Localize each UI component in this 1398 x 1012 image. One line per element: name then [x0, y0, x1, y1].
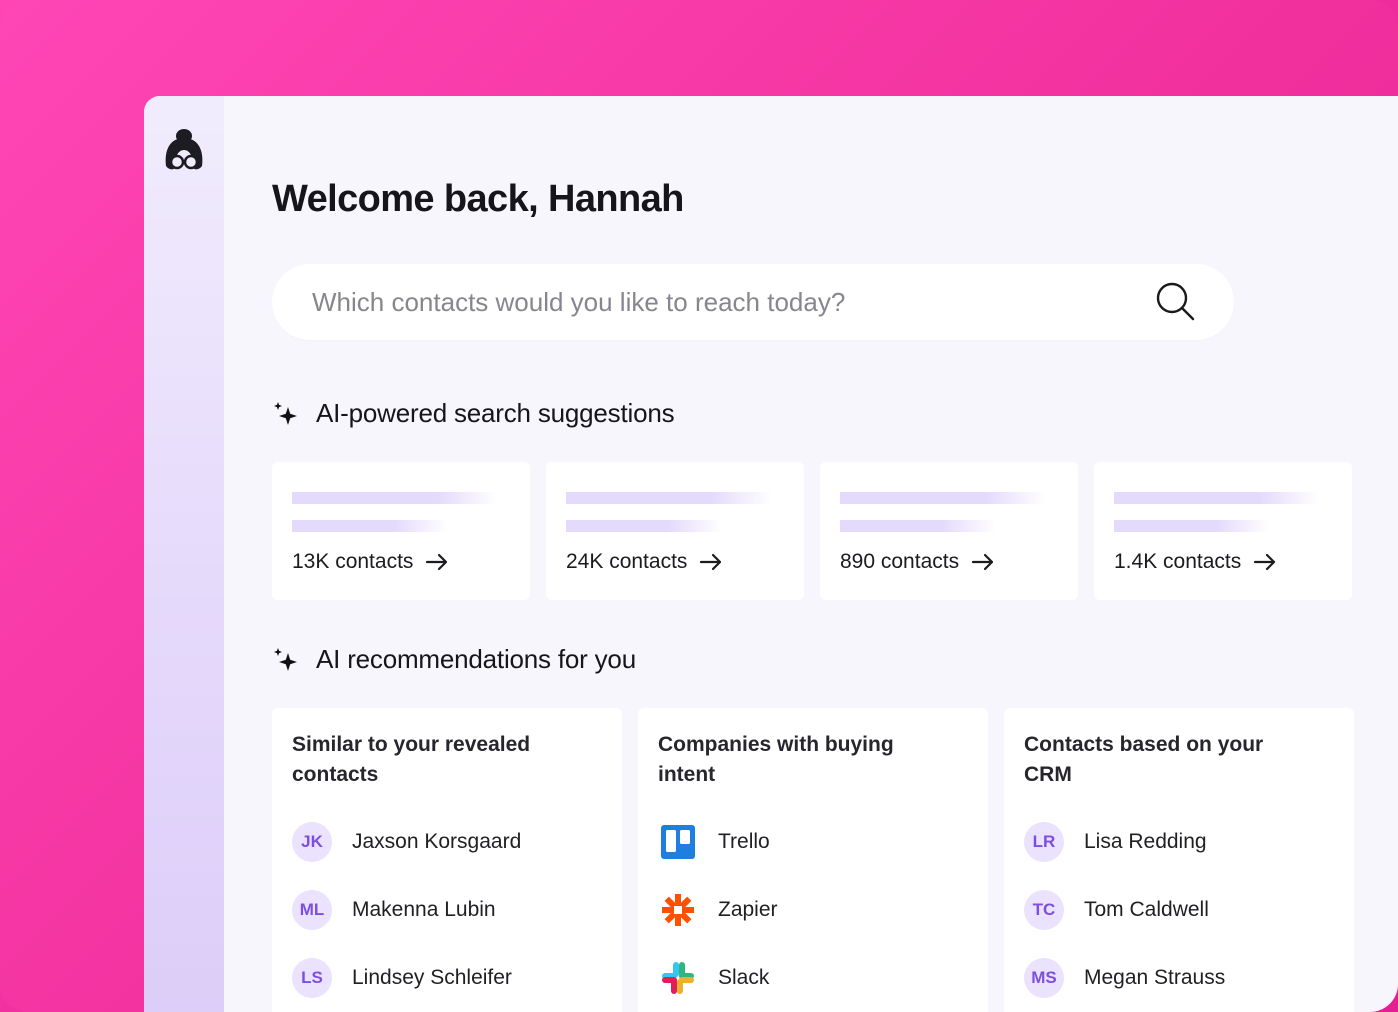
background-frame: Welcome back, Hannah AI-powered search s… [0, 0, 1398, 1012]
contact-name: Makenna Lubin [352, 898, 496, 921]
contact-name: Jaxson Korsgaard [352, 830, 522, 853]
company-item[interactable]: Zapier [658, 888, 778, 932]
zapier-logo-icon [658, 890, 698, 930]
section-title: AI-powered search suggestions [316, 398, 675, 428]
recommendation-card-companies: Companies with buying intent Trello Zapi… [638, 708, 988, 1012]
trello-logo-icon [658, 822, 698, 862]
page-title: Welcome back, Hannah [272, 178, 684, 220]
avatar: ML [292, 890, 332, 930]
placeholder-line [292, 520, 448, 532]
company-item[interactable]: Trello [658, 820, 778, 864]
contact-item[interactable]: MS Megan Strauss [1024, 956, 1225, 1000]
suggestion-card[interactable]: 13K contacts [272, 462, 530, 600]
contacts-count: 890 contacts [840, 550, 960, 573]
company-name: Trello [718, 830, 770, 853]
card-title: Contacts based on your CRM [1024, 733, 1264, 786]
placeholder-line [840, 492, 1046, 504]
sidebar [144, 96, 224, 1012]
recommendation-card-crm: Contacts based on your CRM LR Lisa Reddi… [1004, 708, 1354, 1012]
contact-item[interactable]: LR Lisa Redding [1024, 820, 1225, 864]
contact-item[interactable]: ML Makenna Lubin [292, 888, 521, 932]
contact-name: Lindsey Schleifer [352, 966, 512, 989]
suggestion-cards: 13K contacts 24K contacts 890 contacts 1… [272, 462, 1352, 600]
contacts-count: 24K contacts [566, 550, 688, 573]
placeholder-line [1114, 520, 1270, 532]
search-input[interactable] [312, 286, 1154, 318]
contact-name: Tom Caldwell [1084, 898, 1209, 921]
card-title: Companies with buying intent [658, 733, 894, 786]
arrow-right-icon [1254, 553, 1276, 571]
contact-name: Megan Strauss [1084, 966, 1226, 989]
contact-item[interactable]: LS Lindsey Schleifer [292, 956, 521, 1000]
search-bar[interactable] [272, 264, 1234, 340]
suggestion-card[interactable]: 890 contacts [820, 462, 1078, 600]
section-title: AI recommendations for you [316, 644, 636, 674]
placeholder-line [566, 492, 772, 504]
contacts-count: 1.4K contacts [1114, 550, 1242, 573]
slack-logo-icon [658, 958, 698, 998]
main-content: Welcome back, Hannah AI-powered search s… [224, 96, 1398, 1012]
recommendation-card-similar: Similar to your revealed contacts JK Jax… [272, 708, 622, 1012]
placeholder-line [840, 520, 996, 532]
arrow-right-icon [971, 553, 994, 571]
recommendation-cards: Similar to your revealed contacts JK Jax… [272, 708, 1354, 1012]
company-item[interactable]: Slack [658, 956, 778, 1000]
arrow-right-icon [426, 553, 448, 571]
avatar: MS [1024, 958, 1064, 998]
avatar: TC [1024, 890, 1064, 930]
suggestions-heading: AI-powered search suggestions [272, 398, 675, 429]
company-name: Zapier [718, 898, 778, 921]
sparkle-icon [274, 401, 297, 425]
app-logo-icon[interactable] [162, 126, 206, 176]
company-name: Slack [718, 966, 770, 989]
sparkle-icon [274, 647, 297, 671]
recommendations-heading: AI recommendations for you [272, 644, 636, 675]
suggestion-card[interactable]: 24K contacts [546, 462, 804, 600]
contacts-count: 13K contacts [292, 550, 414, 573]
avatar: LS [292, 958, 332, 998]
avatar: LR [1024, 822, 1064, 862]
search-icon[interactable] [1154, 280, 1198, 324]
placeholder-line [566, 520, 722, 532]
contact-item[interactable]: TC Tom Caldwell [1024, 888, 1225, 932]
placeholder-line [292, 492, 498, 504]
avatar: JK [292, 822, 332, 862]
suggestion-card[interactable]: 1.4K contacts [1094, 462, 1352, 600]
placeholder-line [1114, 492, 1320, 504]
contact-name: Lisa Redding [1084, 830, 1207, 853]
app-window: Welcome back, Hannah AI-powered search s… [144, 96, 1398, 1012]
arrow-right-icon [700, 553, 722, 571]
card-title: Similar to your revealed contacts [292, 733, 531, 786]
contact-item[interactable]: JK Jaxson Korsgaard [292, 820, 521, 864]
